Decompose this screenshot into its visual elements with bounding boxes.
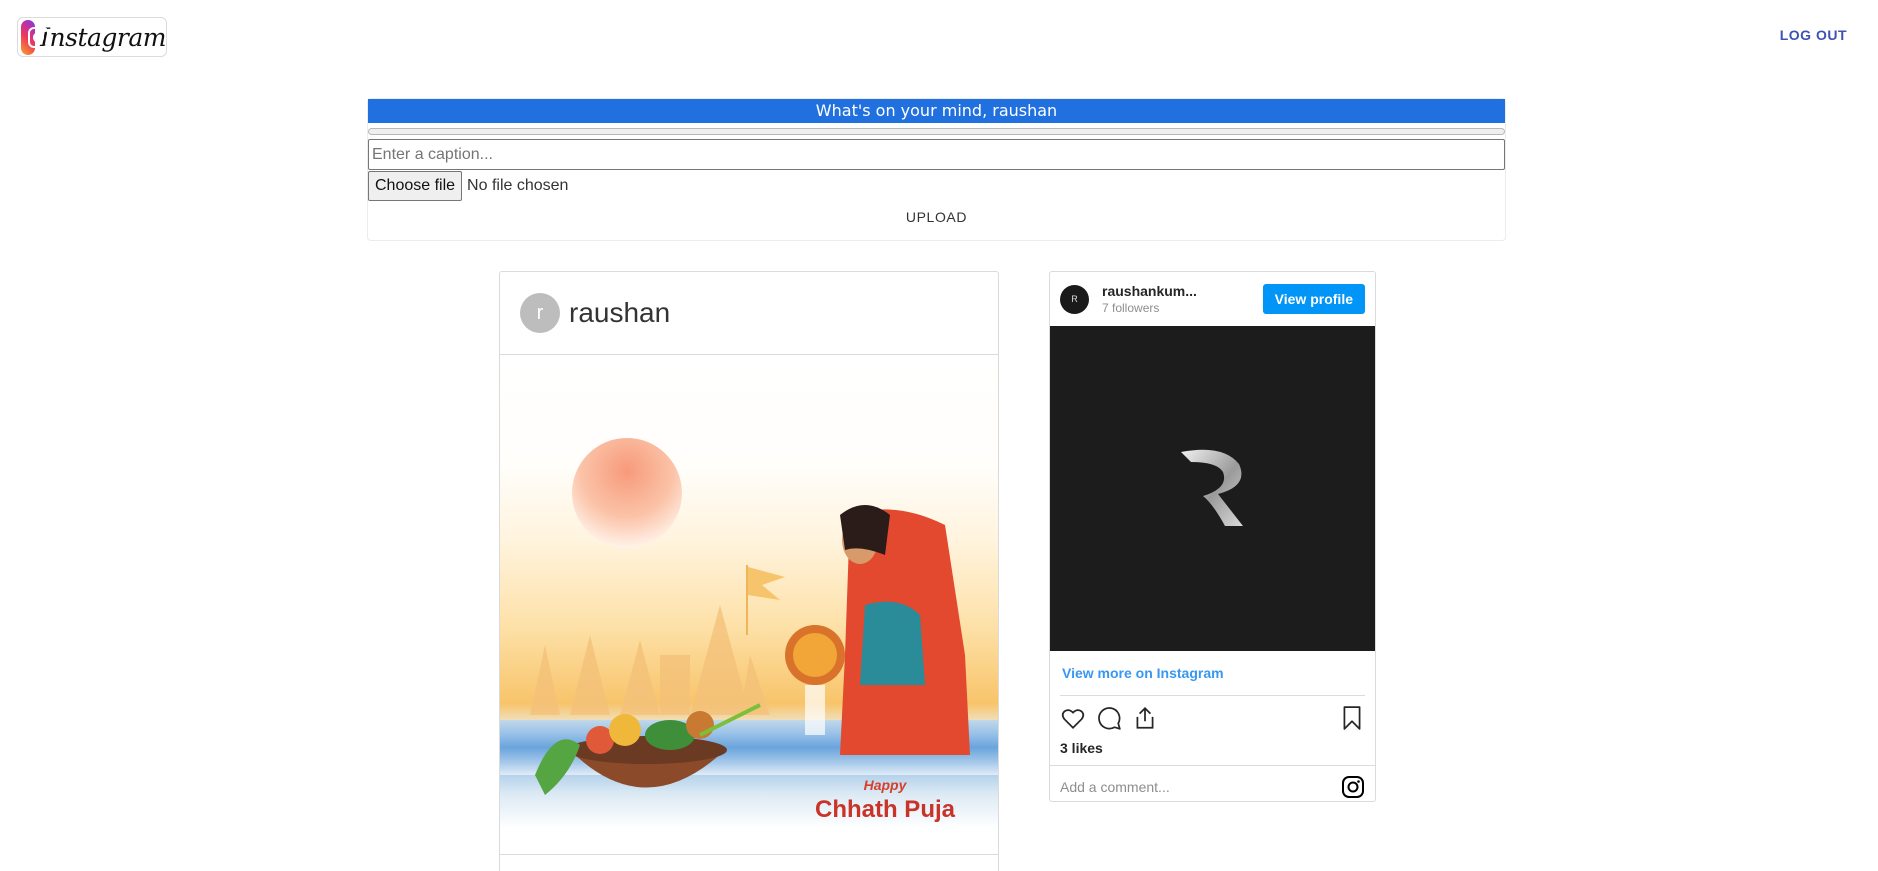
comment-icon[interactable] — [1096, 705, 1122, 731]
image-upload-panel: What's on your mind, raushan Choose file… — [367, 98, 1506, 241]
upload-greeting: What's on your mind, raushan — [368, 99, 1505, 123]
top-bar: Instagram LOG OUT — [0, 0, 1878, 72]
heart-icon[interactable] — [1060, 705, 1086, 731]
view-profile-button[interactable]: View profile — [1262, 284, 1365, 314]
temple-silhouette — [530, 605, 770, 715]
add-comment-row: Add a comment... — [1050, 765, 1375, 807]
upload-progress-bar — [368, 128, 1505, 135]
view-more-link[interactable]: View more on Instagram — [1050, 651, 1375, 695]
avatar[interactable]: r — [520, 293, 560, 333]
share-icon[interactable] — [1132, 705, 1158, 731]
instagram-logo-icon — [21, 19, 49, 55]
post-divider — [500, 854, 998, 855]
embed-username[interactable]: raushankum... — [1102, 283, 1263, 299]
sun-shape — [572, 438, 682, 548]
r-logo-icon — [1180, 449, 1243, 526]
upload-button[interactable]: UPLOAD — [906, 209, 967, 225]
instagram-glyph-icon[interactable] — [1341, 775, 1365, 799]
embed-followers: 7 followers — [1102, 301, 1160, 315]
likes-count: 3 likes — [1060, 740, 1103, 756]
greeting-large: Chhath Puja — [815, 796, 956, 823]
logo-wordmark: Instagram — [40, 22, 166, 52]
file-picker: Choose file No file chosen — [368, 171, 1505, 201]
caption-input[interactable] — [368, 139, 1505, 170]
instagram-logo[interactable]: Instagram — [17, 17, 167, 57]
instagram-embed-card: R raushankum... 7 followers View profile… — [1049, 271, 1376, 802]
chhath-puja-illustration: Happy Chhath Puja — [500, 438, 998, 823]
post-username[interactable]: raushan — [569, 297, 670, 329]
post-card: r raushan Happy Chhath Puja — [499, 271, 999, 871]
woman-figure — [785, 505, 970, 755]
add-comment-input[interactable]: Add a comment... — [1060, 779, 1341, 795]
embed-header: R raushankum... 7 followers View profile — [1050, 272, 1375, 326]
fruit-basket — [535, 703, 761, 795]
choose-file-button[interactable]: Choose file — [368, 171, 463, 201]
file-status-text: No file chosen — [467, 177, 569, 194]
embed-image[interactable] — [1050, 326, 1375, 651]
logout-button[interactable]: LOG OUT — [1780, 27, 1847, 43]
embed-avatar[interactable]: R — [1060, 284, 1089, 314]
bookmark-icon[interactable] — [1339, 705, 1365, 731]
post-header: r raushan — [500, 272, 998, 355]
embed-actions — [1050, 696, 1375, 740]
post-image[interactable]: Happy Chhath Puja — [500, 355, 998, 853]
embed-user-info: raushankum... 7 followers — [1102, 283, 1263, 315]
greeting-small: Happy — [864, 777, 908, 793]
